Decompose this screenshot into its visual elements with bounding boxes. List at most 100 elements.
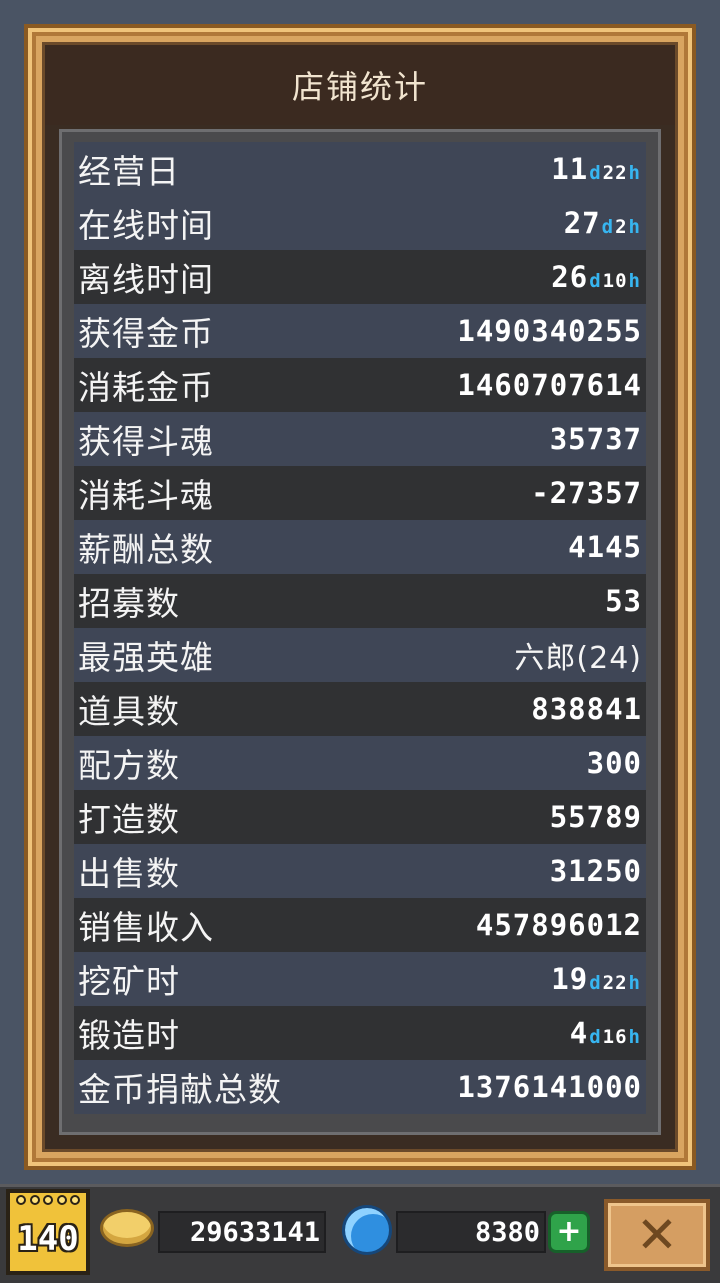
stat-value: 六郎(24): [514, 633, 642, 677]
stat-value-number: 55789: [549, 800, 642, 834]
stat-value-number: 1376141000: [457, 1070, 642, 1104]
stat-unit-days: d: [589, 270, 602, 292]
stat-unit-days: d: [589, 162, 602, 184]
stat-unit-hours: h: [628, 162, 641, 184]
stat-label: 配方数: [78, 746, 180, 785]
stat-label: 道具数: [78, 692, 180, 731]
stat-label: 招募数: [78, 584, 180, 623]
gold-amount: 29633141: [189, 1216, 320, 1248]
stat-value-number: 六郎(24): [514, 641, 642, 676]
stats-list: 经营日 11 d 22 h 在线时间 27 d 2 h 离线时间 26 d 10 h 获得金币 14903402…: [74, 142, 646, 1114]
window-body: 店铺统计 经营日 11 d 22 h 在线时间 27 d 2 h 离线时间 26 d 10 h 获得金币 149…: [42, 42, 678, 1152]
stat-row: 招募数 53: [74, 574, 646, 628]
stat-row: 锻造时 4 d 16 h: [74, 1006, 646, 1060]
stat-label: 薪酬总数: [78, 530, 214, 569]
stat-value-number: 300: [586, 746, 642, 780]
stat-row: 经营日 11 d 22 h: [74, 142, 646, 196]
stats-panel: 经营日 11 d 22 h 在线时间 27 d 2 h 离线时间 26 d 10 h 获得金币 14903402…: [59, 129, 661, 1135]
bottom-bar: 140 29633141 8380 + ✕: [0, 1184, 720, 1283]
stat-value-number: 31250: [549, 854, 642, 888]
stat-value: 300: [587, 746, 642, 780]
stat-row: 消耗斗魂 -27357: [74, 466, 646, 520]
stat-value: 11 d 22 h: [551, 152, 642, 186]
stat-unit-days: d: [589, 1026, 602, 1048]
stat-unit-hours: h: [628, 972, 641, 994]
stat-row: 薪酬总数 4145: [74, 520, 646, 574]
stat-value: 26 d 10 h: [551, 260, 642, 294]
stat-row: 最强英雄 六郎(24): [74, 628, 646, 682]
stat-unit-days: d: [589, 972, 602, 994]
stat-label: 销售收入: [78, 908, 214, 947]
stat-unit-hours: h: [628, 1026, 641, 1048]
stat-value-number: 4145: [568, 530, 642, 564]
gem-amount: 8380: [474, 1216, 540, 1248]
window-title: 店铺统计: [291, 68, 428, 106]
stat-value-number: 838841: [531, 692, 642, 726]
stat-row: 出售数 31250: [74, 844, 646, 898]
stat-value: 53: [605, 584, 642, 618]
stat-value-number: 11: [551, 152, 589, 186]
stat-label: 锻造时: [78, 1016, 180, 1055]
gem-counter: 8380: [396, 1211, 546, 1253]
stat-label: 打造数: [78, 800, 180, 839]
stat-value-hours: 22: [602, 972, 628, 994]
stat-value-hours: 2: [615, 216, 628, 238]
stat-label: 离线时间: [78, 260, 214, 299]
stat-value-number: 1460707614: [457, 368, 642, 402]
stat-row: 道具数 838841: [74, 682, 646, 736]
stat-value-number: 457896012: [475, 908, 642, 942]
level-number: 140: [17, 1219, 79, 1259]
stat-row: 挖矿时 19 d 22 h: [74, 952, 646, 1006]
gold-coin-icon: [100, 1209, 154, 1247]
gem-icon: [342, 1205, 392, 1255]
stat-row: 金币捐献总数 1376141000: [74, 1060, 646, 1114]
stat-value-number: 19: [551, 962, 589, 996]
stat-unit-hours: h: [628, 216, 641, 238]
stat-value-number: 1490340255: [457, 314, 642, 348]
stat-value-number: 4: [569, 1016, 589, 1050]
stat-label: 在线时间: [78, 206, 214, 245]
stat-label: 出售数: [78, 854, 180, 893]
stat-value-number: 35737: [549, 422, 642, 456]
stat-value: 35737: [550, 422, 642, 456]
level-badge: 140: [6, 1189, 90, 1275]
stat-value: 4 d 16 h: [570, 1016, 642, 1050]
stats-window: 店铺统计 经营日 11 d 22 h 在线时间 27 d 2 h 离线时间 26 d 10 h 获得金币 149…: [24, 24, 696, 1170]
stat-value: 838841: [531, 692, 642, 726]
close-button[interactable]: ✕: [604, 1199, 710, 1271]
stat-value: 1460707614: [457, 368, 642, 402]
stat-label: 挖矿时: [78, 962, 180, 1001]
stat-value: 55789: [550, 800, 642, 834]
stat-value-hours: 10: [602, 270, 628, 292]
close-icon: ✕: [636, 1206, 678, 1264]
stat-value: 4145: [568, 530, 642, 564]
stat-label: 获得金币: [78, 314, 214, 353]
stat-value-number: 26: [551, 260, 589, 294]
stat-label: 金币捐献总数: [78, 1070, 282, 1109]
stat-value-number: -27357: [531, 476, 642, 510]
stat-label: 最强英雄: [78, 638, 214, 677]
title-bar: 店铺统计: [45, 45, 675, 125]
gold-counter: 29633141: [158, 1211, 326, 1253]
stat-value: 19 d 22 h: [551, 962, 642, 996]
stat-value-number: 53: [605, 584, 642, 618]
stat-value-number: 27: [563, 206, 601, 240]
stat-value: 1490340255: [457, 314, 642, 348]
stat-row: 配方数 300: [74, 736, 646, 790]
stat-unit-hours: h: [628, 270, 641, 292]
stat-row: 打造数 55789: [74, 790, 646, 844]
stat-label: 消耗斗魂: [78, 476, 214, 515]
stat-value-hours: 22: [602, 162, 628, 184]
stat-value: 1376141000: [457, 1070, 642, 1104]
level-stars: [16, 1195, 80, 1205]
stat-row: 获得金币 1490340255: [74, 304, 646, 358]
stat-value: 31250: [550, 854, 642, 888]
stat-row: 销售收入 457896012: [74, 898, 646, 952]
stat-label: 经营日: [78, 152, 180, 191]
stat-label: 获得斗魂: [78, 422, 214, 461]
stat-row: 获得斗魂 35737: [74, 412, 646, 466]
stat-value: -27357: [531, 476, 642, 510]
add-gems-button[interactable]: +: [548, 1211, 590, 1253]
stat-label: 消耗金币: [78, 368, 214, 407]
stat-row: 在线时间 27 d 2 h: [74, 196, 646, 250]
